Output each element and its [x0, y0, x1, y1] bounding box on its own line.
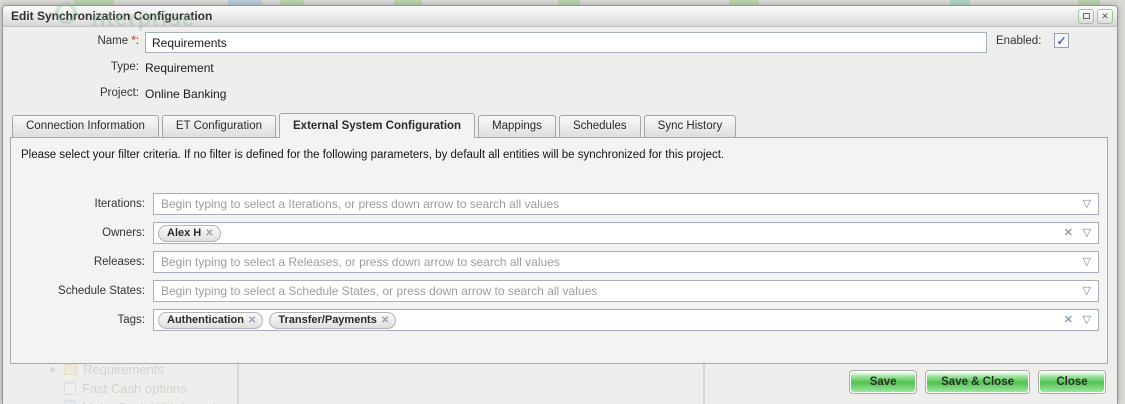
- tab-connection-information[interactable]: Connection Information: [12, 115, 159, 138]
- dialog-footer: Save Save & Close Close: [849, 370, 1106, 394]
- iterations-row: Iterations: Begin typing to select a Ite…: [11, 193, 1099, 215]
- owners-clear-icon[interactable]: ✕: [1064, 226, 1073, 239]
- name-label: Name *:: [3, 35, 139, 47]
- tag-chip: Transfer/Payments ✕: [269, 312, 396, 329]
- tags-combobox[interactable]: Authentication ✕ Transfer/Payments ✕ ✕ ▽: [153, 309, 1099, 331]
- project-label: Project:: [3, 87, 139, 99]
- iterations-combobox[interactable]: Begin typing to select a Iterations, or …: [153, 193, 1099, 215]
- dialog-titlebar[interactable]: Edit Synchronization Configuration ✕: [3, 6, 1117, 27]
- close-window-button[interactable]: ✕: [1097, 9, 1113, 24]
- schedule-states-combobox[interactable]: Begin typing to select a Schedule States…: [153, 280, 1099, 302]
- releases-placeholder: Begin typing to select a Releases, or pr…: [158, 255, 560, 269]
- tags-label: Tags:: [11, 314, 153, 326]
- filter-instruction-text: Please select your filter criteria. If n…: [21, 149, 724, 161]
- tags-clear-icon[interactable]: ✕: [1064, 313, 1073, 326]
- project-value: Online Banking: [145, 87, 226, 101]
- save-button[interactable]: Save: [849, 370, 917, 394]
- close-button[interactable]: Close: [1038, 370, 1106, 394]
- iterations-dropdown-arrow-icon[interactable]: ▽: [1083, 197, 1091, 210]
- remove-owner-tag-icon[interactable]: ✕: [205, 228, 213, 239]
- dialog-title: Edit Synchronization Configuration: [11, 9, 1075, 23]
- tag-chip: Authentication ✕: [158, 312, 263, 329]
- tags-row: Tags: Authentication ✕ Transfer/Payments…: [11, 309, 1099, 331]
- tab-external-system-configuration[interactable]: External System Configuration: [279, 113, 475, 138]
- external-system-configuration-panel: Please select your filter criteria. If n…: [10, 137, 1108, 364]
- releases-row: Releases: Begin typing to select a Relea…: [11, 251, 1099, 273]
- save-and-close-button[interactable]: Save & Close: [925, 370, 1030, 394]
- schedule-states-placeholder: Begin typing to select a Schedule States…: [158, 284, 597, 298]
- tab-et-configuration[interactable]: ET Configuration: [162, 115, 276, 138]
- tag-chip-label: Transfer/Payments: [278, 314, 376, 326]
- filter-fields: Iterations: Begin typing to select a Ite…: [11, 193, 1099, 338]
- schedule-states-row: Schedule States: Begin typing to select …: [11, 280, 1099, 302]
- owners-dropdown-arrow-icon[interactable]: ▽: [1083, 226, 1091, 239]
- tag-chip-label: Authentication: [167, 314, 244, 326]
- tab-schedules[interactable]: Schedules: [559, 115, 641, 138]
- owners-combobox[interactable]: Alex H ✕ ✕ ▽: [153, 222, 1099, 244]
- owner-tag-label: Alex H: [167, 227, 201, 239]
- releases-dropdown-arrow-icon[interactable]: ▽: [1083, 255, 1091, 268]
- tags-dropdown-arrow-icon[interactable]: ▽: [1083, 313, 1091, 326]
- maximize-icon: [1083, 13, 1090, 19]
- releases-label: Releases:: [11, 256, 153, 268]
- tab-mappings[interactable]: Mappings: [478, 115, 556, 138]
- maximize-button[interactable]: [1078, 9, 1094, 24]
- check-icon: ✓: [1056, 34, 1066, 48]
- remove-tag-icon[interactable]: ✕: [248, 315, 256, 326]
- owner-tag-chip: Alex H ✕: [158, 225, 221, 242]
- edit-synchronization-configuration-dialog: Edit Synchronization Configuration ✕ Nam…: [2, 5, 1118, 404]
- tab-strip: Connection Information ET Configuration …: [12, 113, 736, 138]
- schedule-states-label: Schedule States:: [11, 285, 153, 297]
- owners-label: Owners:: [11, 227, 153, 239]
- enabled-checkbox[interactable]: ✓: [1054, 33, 1069, 48]
- iterations-placeholder: Begin typing to select a Iterations, or …: [158, 197, 559, 211]
- owners-row: Owners: Alex H ✕ ✕ ▽: [11, 222, 1099, 244]
- iterations-label: Iterations:: [11, 198, 153, 210]
- enabled-label: Enabled:: [996, 35, 1041, 47]
- type-label: Type:: [3, 61, 139, 73]
- close-icon: ✕: [1101, 11, 1109, 22]
- remove-tag-icon[interactable]: ✕: [381, 315, 389, 326]
- releases-combobox[interactable]: Begin typing to select a Releases, or pr…: [153, 251, 1099, 273]
- name-input[interactable]: [145, 32, 987, 53]
- schedule-states-dropdown-arrow-icon[interactable]: ▽: [1083, 284, 1091, 297]
- tab-sync-history[interactable]: Sync History: [644, 115, 737, 138]
- type-value: Requirement: [145, 61, 214, 75]
